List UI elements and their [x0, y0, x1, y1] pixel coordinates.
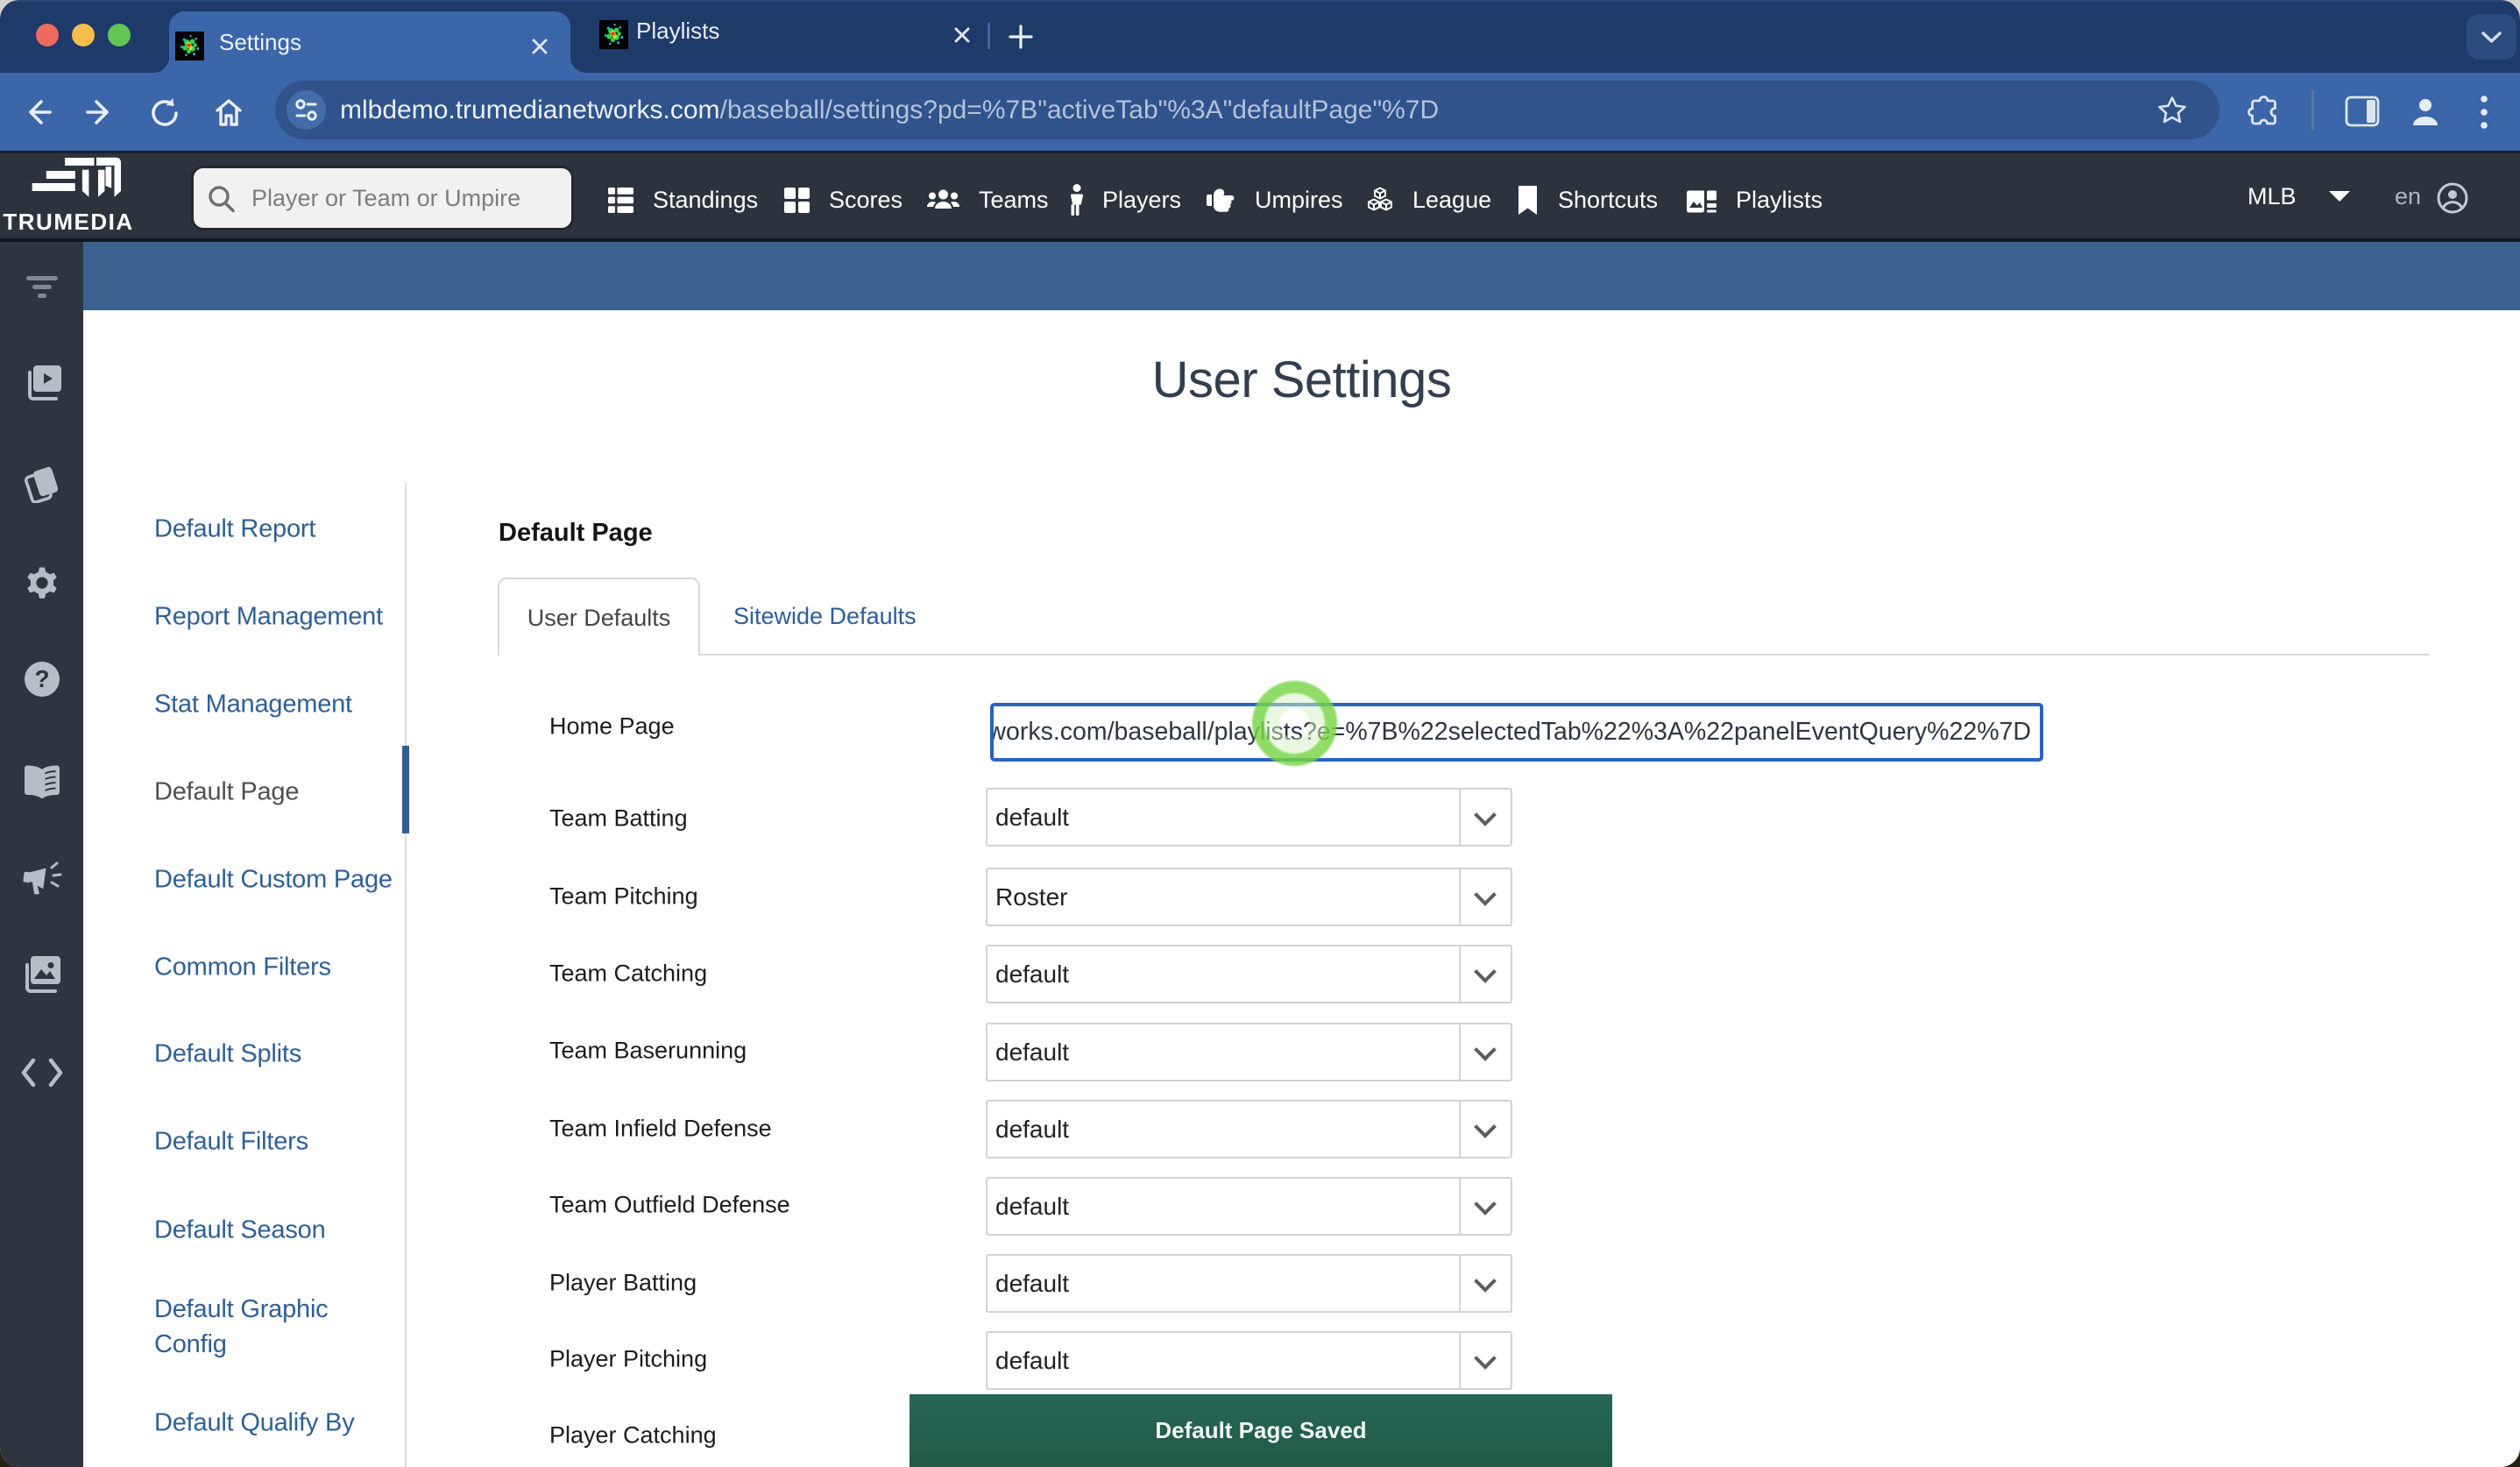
svg-text:?: ? — [34, 665, 49, 692]
